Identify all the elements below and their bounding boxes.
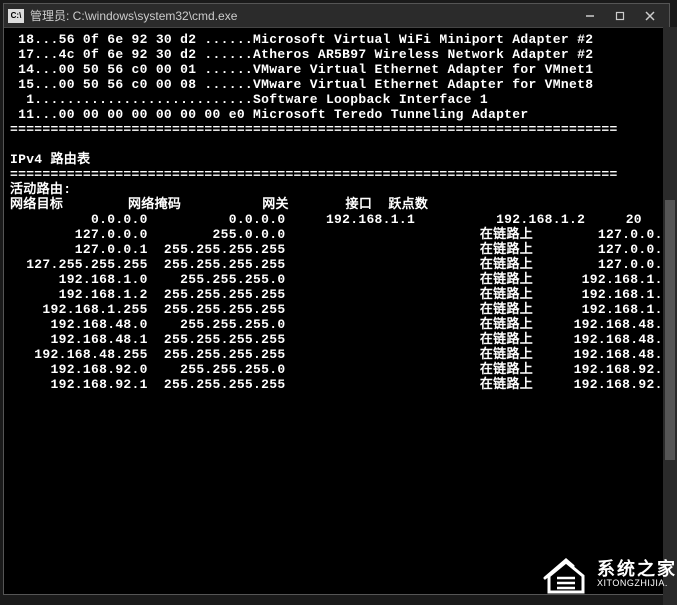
vertical-scrollbar[interactable]: [663, 27, 677, 605]
window-controls: [575, 6, 665, 26]
watermark-en: XITONGZHIJIA.: [597, 579, 677, 589]
terminal-output[interactable]: 18...56 0f 6e 92 30 d2 ......Microsoft V…: [4, 28, 669, 594]
minimize-button[interactable]: [575, 6, 605, 26]
cmd-icon: C:\: [8, 9, 24, 23]
watermark: 系统之家 XITONGZHIJIA.: [541, 552, 677, 597]
titlebar[interactable]: C:\ 管理员: C:\windows\system32\cmd.exe: [4, 4, 669, 28]
cmd-window: C:\ 管理员: C:\windows\system32\cmd.exe 18.…: [3, 3, 670, 595]
window-title: 管理员: C:\windows\system32\cmd.exe: [30, 7, 575, 24]
watermark-cn: 系统之家: [597, 560, 677, 580]
maximize-button[interactable]: [605, 6, 635, 26]
scrollbar-thumb[interactable]: [665, 200, 675, 460]
close-button[interactable]: [635, 6, 665, 26]
house-icon: [541, 552, 591, 597]
